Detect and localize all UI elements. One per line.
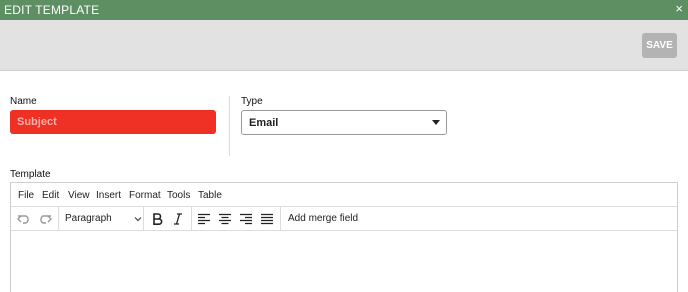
redo-icon[interactable] [37, 211, 53, 227]
menu-tools[interactable]: Tools [167, 190, 190, 201]
name-input[interactable]: Subject [10, 110, 216, 134]
menu-table[interactable]: Table [198, 190, 222, 201]
menu-format[interactable]: Format [129, 190, 161, 201]
save-button[interactable]: SAVE [642, 33, 677, 58]
align-left-icon[interactable] [196, 211, 212, 227]
menu-view[interactable]: View [68, 190, 90, 201]
align-justify-icon[interactable] [259, 211, 275, 227]
align-center-icon[interactable] [217, 211, 233, 227]
block-format-select[interactable]: Paragraph [65, 211, 143, 227]
menu-insert[interactable]: Insert [96, 190, 121, 201]
dropdown-caret-icon [432, 120, 440, 125]
dialog-title: EDIT TEMPLATE [4, 3, 100, 17]
bold-icon[interactable] [149, 211, 165, 227]
editor-toolbar: Paragraph Add merge field [11, 207, 677, 231]
dialog-title-bar: EDIT TEMPLATE × [0, 0, 688, 20]
menu-edit[interactable]: Edit [42, 190, 59, 201]
field-divider [229, 96, 230, 156]
name-label: Name [10, 96, 37, 107]
block-format-value: Paragraph [65, 213, 112, 224]
type-label: Type [241, 96, 263, 107]
toolbar-separator [280, 207, 281, 231]
toolbar-separator [58, 207, 59, 231]
action-bar: SAVE [0, 20, 688, 71]
template-editor: File Edit View Insert Format Tools Table… [10, 182, 678, 292]
toolbar-separator [191, 207, 192, 231]
editor-content-area[interactable] [11, 231, 677, 292]
editor-menubar: File Edit View Insert Format Tools Table [11, 183, 677, 207]
template-label: Template [10, 169, 51, 180]
close-icon[interactable]: × [675, 2, 683, 16]
undo-icon[interactable] [16, 211, 32, 227]
align-right-icon[interactable] [238, 211, 254, 227]
italic-icon[interactable] [170, 211, 186, 227]
type-select[interactable]: Email [241, 110, 447, 135]
type-select-value: Email [249, 117, 279, 129]
add-merge-field-button[interactable]: Add merge field [288, 213, 358, 224]
toolbar-separator [143, 207, 144, 231]
chevron-down-icon [133, 214, 143, 227]
menu-file[interactable]: File [18, 190, 34, 201]
